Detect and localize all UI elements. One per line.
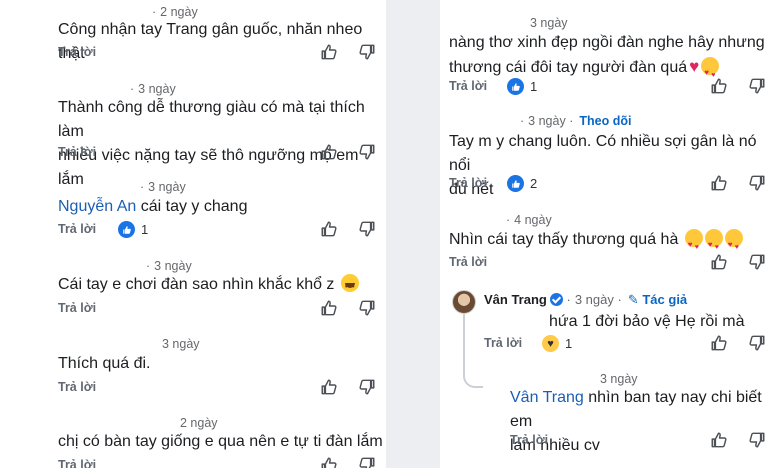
comment-header: Vân Trang · 3 ngày · ✎ Tác giả xyxy=(484,292,688,307)
follow-button[interactable]: Theo dõi xyxy=(579,114,631,128)
dislike-icon[interactable] xyxy=(748,334,766,352)
smiling-face-with-hearts-emoji xyxy=(684,229,703,260)
comment-actions: Trả lời 1 xyxy=(0,77,780,97)
like-icon[interactable] xyxy=(710,77,728,95)
comment-actions: Trả lời xyxy=(0,253,780,273)
comment-text: Nhìn cái tay thấy thương quá hà xyxy=(449,228,743,260)
author-name[interactable]: Vân Trang xyxy=(484,292,547,307)
mention-link[interactable]: Vân Trang xyxy=(510,389,584,406)
comment-text: hứa 1 đời bảo vệ Hẹ rồi mà xyxy=(549,313,745,330)
red-heart-emoji: ♥ xyxy=(689,57,700,76)
like-icon[interactable] xyxy=(710,431,728,449)
reply-button[interactable]: Trả lời xyxy=(510,433,548,447)
verified-badge-icon xyxy=(549,293,563,306)
dislike-icon[interactable] xyxy=(748,431,766,449)
dislike-icon[interactable] xyxy=(748,174,766,192)
comment-timestamp: · 3 ngày · Theo dõi xyxy=(520,114,632,128)
reaction-count[interactable]: 2 xyxy=(507,175,537,192)
dislike-icon[interactable] xyxy=(748,253,766,271)
smiling-face-with-hearts-emoji xyxy=(701,57,720,88)
like-icon[interactable] xyxy=(710,253,728,271)
smiling-face-with-hearts-emoji xyxy=(704,229,723,260)
reaction-count[interactable]: ♥ 1 xyxy=(542,335,572,352)
comment-actions: Trả lời xyxy=(0,431,780,451)
like-reaction-icon xyxy=(507,175,524,192)
reply-button[interactable]: Trả lời xyxy=(484,336,522,350)
reply-button[interactable]: Trả lời xyxy=(449,79,487,93)
like-icon[interactable] xyxy=(710,174,728,192)
author-badge: ✎ Tác giả xyxy=(627,292,688,307)
avatar[interactable] xyxy=(452,290,476,314)
thread-connector-curve xyxy=(463,370,483,388)
right-comment-column: 3 ngày nàng thơ xinh đẹp ngồi đàn nghe h… xyxy=(0,0,780,468)
smiling-face-with-hearts-emoji xyxy=(724,229,743,260)
care-reaction-icon: ♥ xyxy=(542,335,559,352)
reply-button[interactable]: Trả lời xyxy=(449,255,487,269)
dislike-icon[interactable] xyxy=(748,77,766,95)
reply-button[interactable]: Trả lời xyxy=(449,176,487,190)
comment-timestamp: · 4 ngày xyxy=(506,213,552,227)
comment-timestamp: 3 ngày xyxy=(530,16,568,30)
reaction-count[interactable]: 1 xyxy=(507,78,537,95)
like-icon[interactable] xyxy=(710,334,728,352)
comment-actions: Trả lời 2 xyxy=(0,174,780,194)
like-reaction-icon xyxy=(507,78,524,95)
comment-actions: Trả lời ♥ 1 xyxy=(0,334,780,354)
comment-text: nàng thơ xinh đẹp ngồi đàn nghe hây nhưn… xyxy=(449,31,765,88)
comment-timestamp: 3 ngày xyxy=(600,372,638,386)
